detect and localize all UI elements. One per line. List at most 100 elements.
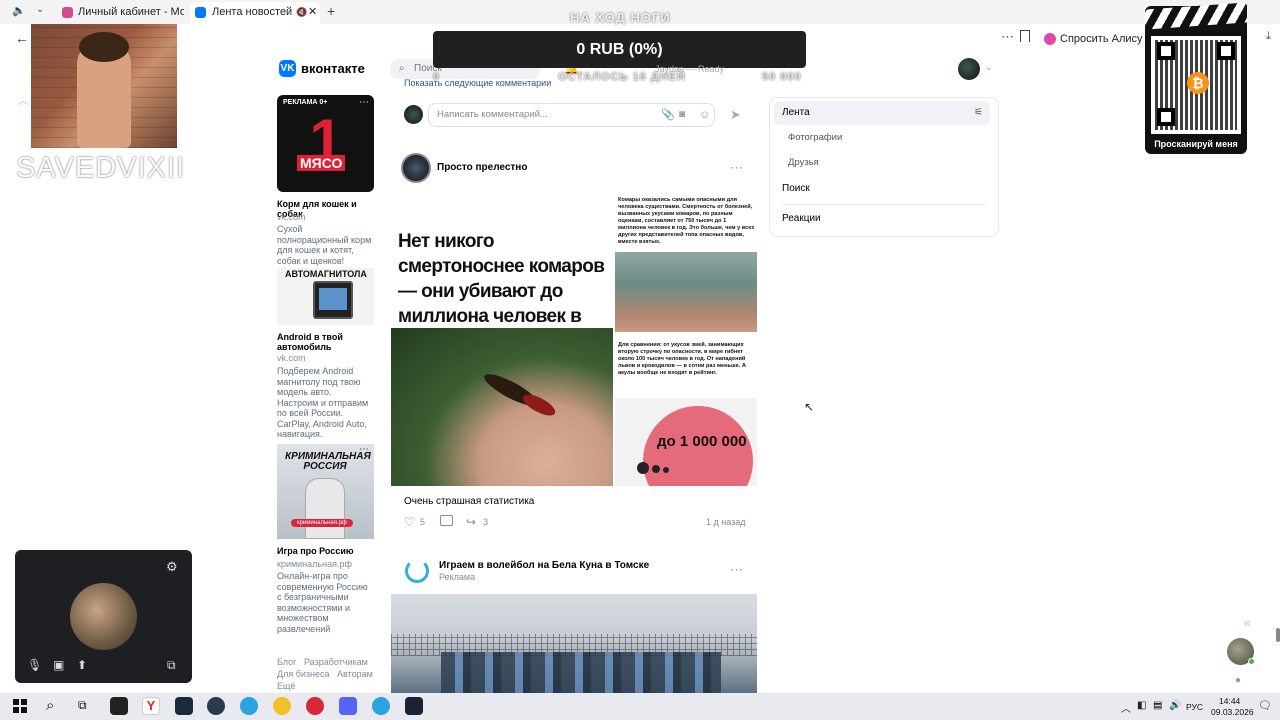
app-icon[interactable] [405, 697, 423, 715]
app-icon[interactable] [306, 697, 324, 715]
comment-icon[interactable] [440, 515, 453, 526]
camera-icon[interactable]: ◙ [679, 104, 685, 126]
menu-item-friends[interactable]: Друзья [770, 150, 819, 175]
download-icon[interactable]: ⤓ [1266, 30, 1271, 43]
back-arrow-icon[interactable]: ← [15, 30, 29, 46]
team-group [441, 652, 721, 693]
language-indicator[interactable]: РУС [1186, 702, 1203, 712]
send-icon[interactable]: ➤ [730, 107, 741, 123]
qr-corner [1157, 108, 1175, 126]
speaker-icon[interactable]: 🔈 [12, 5, 26, 17]
post2-author-name[interactable]: Играем в волейбол на Бела Куна в Томске [439, 560, 649, 571]
ad-image: РЕКЛАМА 0+ ⋯ 1 МЯСО [277, 95, 374, 192]
menu-item-feed[interactable]: Лента ⚟ [774, 101, 990, 125]
mosquito-hand-photo [615, 252, 757, 332]
ad-title[interactable]: Игра про Россию [277, 546, 354, 556]
chevron-down-icon[interactable]: ⌄ [36, 4, 44, 15]
ad-card-2[interactable]: АВТОМАГНИТОЛА Android в твой автомобиль … [277, 268, 374, 439]
clock-date[interactable]: 09.03.2026 [1211, 707, 1254, 717]
qr-code[interactable]: ₿ [1151, 36, 1241, 134]
task-view-icon[interactable]: ⧉ [78, 698, 87, 713]
mosquito-photo [391, 328, 613, 486]
app-icon[interactable] [175, 697, 193, 715]
more-icon[interactable]: ⋯ [1001, 29, 1014, 45]
attach-icon[interactable]: 📎 [661, 104, 675, 126]
channel-name: SAVEDVIXII [16, 152, 186, 184]
post-author-avatar[interactable] [401, 153, 431, 183]
start-menu-icon[interactable] [13, 699, 27, 713]
show-next-comments-link[interactable]: Показать следующие комментарии [404, 78, 551, 88]
side-text-2: Для сравнения: от укусов змей, занимающи… [618, 342, 746, 376]
close-icon[interactable]: ✕ [308, 2, 317, 22]
post2-author-avatar[interactable] [403, 557, 431, 585]
telegram-icon[interactable] [372, 697, 390, 715]
page-scrollbar[interactable] [1276, 628, 1280, 642]
tab-favicon-icon [62, 7, 73, 18]
post-image-right[interactable]: Комары оказались самыми опасными для чел… [615, 192, 757, 486]
volume-icon[interactable]: 🔊 [1169, 700, 1181, 711]
post-caption: Очень страшная статистика [404, 496, 535, 507]
emoji-icon[interactable]: ☺ [699, 104, 710, 126]
qr-caption: Просканируй меня [1154, 139, 1238, 149]
chat-bubble-icon[interactable]: ● [1235, 675, 1241, 686]
comment-input[interactable]: Написать комментарий... 📎 ◙ ☺ [428, 103, 715, 127]
minimize-window-icon[interactable]: ⧉ [167, 658, 176, 673]
menu-item-search[interactable]: Поиск [770, 176, 810, 201]
filter-icon[interactable]: ⚟ [974, 101, 983, 125]
user-avatar[interactable] [958, 58, 980, 80]
settings-gear-icon[interactable]: ⚙ [166, 559, 178, 575]
stream-goal-title: НА ХОД НОГИ [570, 10, 671, 25]
goal-start-value: 0 [433, 71, 441, 83]
discord-icon[interactable] [339, 697, 357, 715]
telegram-icon[interactable] [240, 697, 258, 715]
ad-text: Подберем Android магнитолу под твою моде… [277, 366, 369, 439]
chevron-down-icon[interactable]: ⌄ [985, 62, 993, 73]
bitcoin-icon: ₿ [1187, 72, 1209, 94]
ad-domain: vk.com [277, 353, 306, 363]
microphone-icon[interactable]: 🎙 [27, 658, 42, 672]
menu-item-photos[interactable]: Фотографии [770, 125, 842, 150]
ask-alice-button[interactable]: Спросить Алису А [1044, 30, 1153, 48]
menu-item-reactions[interactable]: Реакции [770, 206, 821, 231]
more-icon[interactable]: ⋯ [730, 562, 743, 578]
collapse-icon[interactable]: « [1244, 616, 1251, 630]
footer-link-business[interactable]: Для бизнеса [277, 669, 330, 679]
screen-share-icon[interactable]: ⬆ [77, 658, 87, 672]
app-icon[interactable] [273, 697, 291, 715]
wifi-icon[interactable]: ▤ [1153, 700, 1162, 711]
ad-card-1[interactable]: РЕКЛАМА 0+ ⋯ 1 МЯСО Корм для кошек и соб… [277, 95, 374, 266]
footer-link-dev[interactable]: Разработчикам [304, 657, 368, 667]
post-image-left[interactable]: Нет никого смертоноснее комаров — они уб… [391, 192, 613, 486]
ad-title[interactable]: Android в твой автомобиль [277, 332, 357, 352]
footer-link-more[interactable]: Ещё [277, 681, 295, 691]
post2-photo[interactable] [391, 594, 757, 693]
chart-dot [652, 465, 660, 473]
more-icon[interactable]: ⋯ [730, 160, 743, 176]
clock-time[interactable]: 14:44 [1219, 696, 1240, 706]
yandex-browser-icon[interactable]: Y [142, 697, 160, 715]
notification-icon[interactable]: 🗨 [1258, 699, 1272, 712]
vk-logo-text: вконтакте [301, 61, 365, 76]
like-button[interactable]: ♡ 5 [404, 515, 425, 529]
ad-card-3[interactable]: ⋯ КРИМИНАЛЬНАЯ РОССИЯ криминальная.рф Иг… [277, 444, 374, 634]
chevron-up-icon[interactable]: ︿ [1121, 700, 1131, 715]
menu-divider [782, 204, 986, 205]
footer-link-authors[interactable]: Авторам [337, 669, 373, 679]
new-tab-button[interactable]: + [327, 3, 335, 19]
more-icon[interactable]: ⋯ [359, 97, 369, 108]
terminal-app-icon[interactable] [110, 697, 128, 715]
bookmark-icon[interactable] [1020, 30, 1030, 42]
call-window: ⚙ 🎙 ▣ ⬆ ⧉ [15, 550, 192, 683]
camera-off-icon[interactable]: ▣ [53, 658, 64, 672]
chart-label: до 1 000 000 [657, 433, 747, 450]
share-button[interactable]: ↪ 3 [466, 515, 488, 529]
scroll-top-icon[interactable]: ︿ [18, 92, 29, 108]
app-icon[interactable] [207, 697, 225, 715]
search-icon[interactable]: ⌕ [46, 697, 54, 714]
tab-personal-cabinet[interactable]: Личный кабинет - Мои об [58, 2, 184, 24]
tab-mute-icon[interactable]: 🔇 [296, 2, 307, 22]
post-author-name[interactable]: Просто прелестно [437, 162, 527, 173]
mouse-cursor: ↖ [804, 400, 815, 414]
tab-news-feed[interactable]: Лента новостей 🔇 ✕ [190, 2, 320, 24]
footer-link-blog[interactable]: Блог [277, 657, 296, 667]
